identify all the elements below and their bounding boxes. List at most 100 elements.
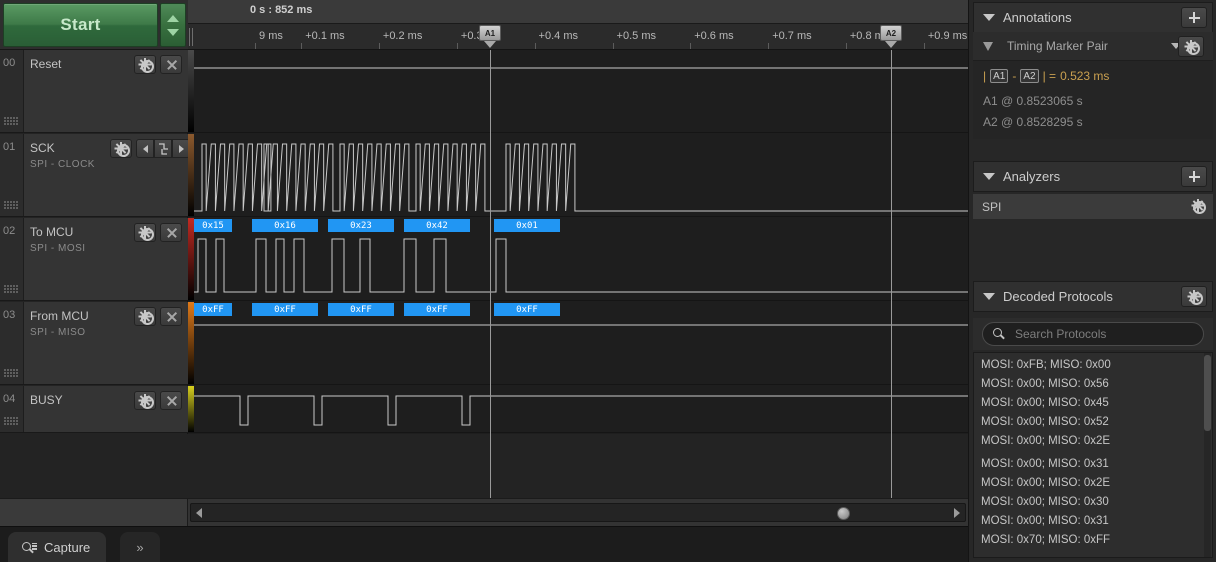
channel-drag-handle[interactable] <box>4 369 20 379</box>
time-range-header: 0 s : 852 ms <box>188 0 968 24</box>
gear-icon[interactable] <box>1191 200 1206 214</box>
decoded-byte[interactable]: 0xFF <box>404 303 470 316</box>
tab-capture[interactable]: Capture <box>8 532 107 562</box>
channel-row-busy[interactable]: 04 BUSY <box>0 386 188 433</box>
decoded-byte[interactable]: 0x23 <box>328 219 394 232</box>
protocol-list-item[interactable]: MOSI: 0x00; MISO: 0x31 <box>974 511 1206 530</box>
channel-settings-button[interactable] <box>134 307 156 326</box>
analyzer-item-spi[interactable]: SPI <box>973 194 1213 219</box>
add-analyzer-button[interactable] <box>1181 166 1207 187</box>
protocol-list-item-label: MOSI: 0x00; MISO: 0x31 <box>981 514 1109 527</box>
caret-down-icon[interactable] <box>983 293 995 300</box>
scrollbar-knob[interactable] <box>837 507 850 520</box>
protocol-list-item[interactable]: MOSI: 0x00; MISO: 0x52 <box>974 412 1206 431</box>
channel-name: BUSY <box>30 393 63 407</box>
protocol-list-item[interactable]: MOSI: 0x00; MISO: 0x2E <box>974 431 1206 450</box>
channel-row-from-mcu[interactable]: 03 From MCU SPI - MISO <box>0 302 188 385</box>
channel-settings-button[interactable] <box>134 223 156 242</box>
protocol-list-item-label: MOSI: 0x00; MISO: 0x45 <box>981 396 1109 409</box>
protocol-list-item[interactable]: MOSI: 0x00; MISO: 0x30 <box>974 492 1206 511</box>
timing-marker-a2[interactable]: A2 <box>880 25 902 49</box>
protocol-list-item[interactable]: MOSI: 0x00; MISO: 0x2E <box>974 473 1206 492</box>
waveform-row-to-mcu[interactable]: 0x15 0x16 0x23 0x42 0x01 <box>188 218 968 301</box>
start-button[interactable]: Start <box>3 3 158 47</box>
decoded-byte-label: 0x15 <box>202 220 224 231</box>
waveform-row-busy[interactable] <box>188 386 968 433</box>
cursor-line-a1[interactable] <box>490 50 491 498</box>
search-list-icon <box>22 541 37 555</box>
close-icon <box>166 311 177 322</box>
marker-delta-row: | A1 - A2 | = 0.523 ms <box>983 69 1109 83</box>
ruler-tick-label: 9 ms <box>259 30 283 42</box>
caret-right-icon[interactable] <box>952 507 962 519</box>
capture-options-spinner[interactable] <box>160 3 186 47</box>
ruler-tick-label: +0.5 ms <box>616 30 656 42</box>
add-annotation-button[interactable] <box>1181 7 1207 28</box>
delta-suffix: | = <box>1042 69 1057 83</box>
channel-sublabel: SPI - CLOCK <box>30 159 95 170</box>
decoded-byte-label: 0x01 <box>516 220 538 231</box>
search-protocols-wrap: Search Protocols <box>973 318 1213 350</box>
ruler-grip-icon <box>188 28 195 46</box>
decoded-protocols-list[interactable]: MOSI: 0xFB; MISO: 0x00 MOSI: 0x00; MISO: … <box>973 352 1213 558</box>
decoded-byte[interactable]: 0x42 <box>404 219 470 232</box>
channel-row-to-mcu[interactable]: 02 To MCU SPI - MOSI <box>0 218 188 301</box>
cursor-line-a2[interactable] <box>891 50 892 498</box>
channel-drag-handle[interactable] <box>4 117 20 127</box>
tab-more-button[interactable]: » <box>120 532 160 562</box>
annotations-header[interactable]: Annotations <box>973 2 1213 33</box>
edge-trigger-icon[interactable] <box>154 139 172 158</box>
channel-drag-handle[interactable] <box>4 417 20 427</box>
decoded-byte[interactable]: 0xFF <box>194 303 232 316</box>
decoded-byte[interactable]: 0x15 <box>194 219 232 232</box>
protocol-list-item[interactable]: MOSI: 0xFB; MISO: 0x00 <box>974 355 1206 374</box>
caret-left-icon[interactable] <box>136 139 154 158</box>
annotation-settings-button[interactable] <box>1178 36 1204 57</box>
marker-flag-body: A1 <box>479 25 501 41</box>
waveform-row-reset[interactable] <box>188 50 968 133</box>
caret-down-icon[interactable] <box>983 14 995 21</box>
channel-settings-button[interactable] <box>134 391 156 410</box>
caret-down-icon[interactable] <box>983 173 995 180</box>
protocol-list-item[interactable]: MOSI: 0x00; MISO: 0x45 <box>974 393 1206 412</box>
channel-index-label: 04 <box>3 393 16 405</box>
waveform-row-from-mcu[interactable]: 0xFF 0xFF 0xFF 0xFF 0xFF <box>188 302 968 385</box>
channel-edge-nav-group[interactable] <box>136 139 190 158</box>
caret-down-icon[interactable] <box>167 28 179 36</box>
waveform-row-sck[interactable] <box>188 134 968 217</box>
horizontal-scrollbar[interactable] <box>190 503 966 522</box>
waveform-area[interactable]: 0x15 0x16 0x23 0x42 0x01 0xFF 0xFF 0xFF 0xFF 0xFF <box>188 50 968 498</box>
channel-drag-handle[interactable] <box>4 201 20 211</box>
protocol-list-item[interactable]: MOSI: 0x00; MISO: 0x31 <box>974 454 1206 473</box>
timeline-ruler[interactable]: 9 ms+0.1 ms+0.2 ms+0.3 ms+0.4 ms+0.5 ms+… <box>188 24 968 50</box>
channel-close-button[interactable] <box>160 55 182 74</box>
analyzers-header[interactable]: Analyzers <box>973 161 1213 192</box>
channel-close-button[interactable] <box>160 223 182 242</box>
channel-settings-button[interactable] <box>134 55 156 74</box>
channel-drag-handle[interactable] <box>4 285 20 295</box>
channel-row-reset[interactable]: 00 Reset <box>0 50 188 133</box>
channel-close-button[interactable] <box>160 391 182 410</box>
decoded-byte[interactable]: 0xFF <box>494 303 560 316</box>
marker-tip-icon <box>885 41 897 48</box>
marker-flag-body: A2 <box>880 25 902 41</box>
decoded-byte[interactable]: 0xFF <box>252 303 318 316</box>
decoded-protocols-settings-button[interactable] <box>1181 286 1207 307</box>
protocol-list-item[interactable]: MOSI: 0x00; MISO: 0x56 <box>974 374 1206 393</box>
decoded-byte[interactable]: 0x01 <box>494 219 560 232</box>
caret-up-icon[interactable] <box>167 14 179 22</box>
decoded-byte[interactable]: 0x16 <box>252 219 318 232</box>
decoded-byte[interactable]: 0xFF <box>328 303 394 316</box>
timing-marker-a1[interactable]: A1 <box>479 25 501 49</box>
protocol-list-item[interactable]: MOSI: 0x70; MISO: 0xFF <box>974 530 1206 549</box>
flag-icon <box>983 41 993 51</box>
search-input[interactable]: Search Protocols <box>982 322 1204 346</box>
decoded-protocols-header[interactable]: Decoded Protocols <box>973 281 1213 312</box>
channel-close-button[interactable] <box>160 307 182 326</box>
annotation-item-header[interactable]: Timing Marker Pair <box>973 32 1213 61</box>
analyzers-title: Analyzers <box>1003 169 1061 184</box>
caret-left-icon[interactable] <box>194 507 204 519</box>
channel-settings-button[interactable] <box>110 139 132 158</box>
channel-row-sck[interactable]: 01 SCK SPI - CLOCK <box>0 134 190 217</box>
decoded-byte-label: 0x16 <box>274 220 296 231</box>
